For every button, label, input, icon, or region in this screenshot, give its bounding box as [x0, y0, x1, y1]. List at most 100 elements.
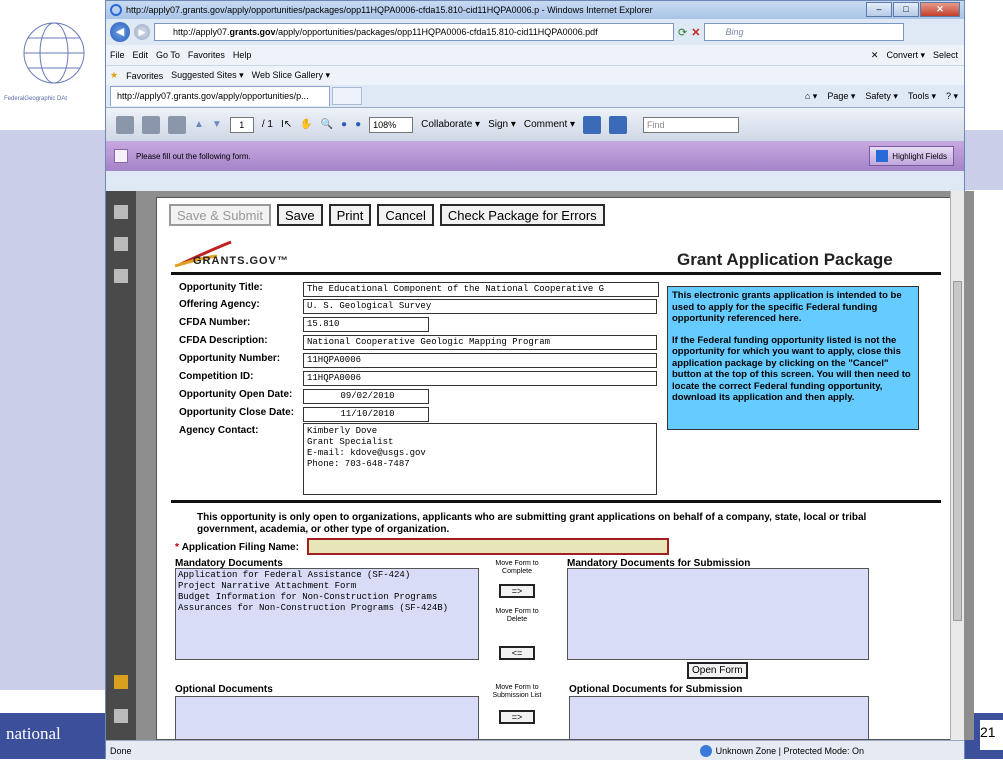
close-menu-icon[interactable]: ✕ [871, 50, 879, 61]
prev-page-icon[interactable]: ▲ [194, 119, 204, 130]
competition-id-field[interactable]: 11HQPA0006 [303, 371, 657, 386]
mandatory-documents-list[interactable]: Application for Federal Assistance (SF-4… [175, 568, 479, 660]
package-title: Grant Application Package [677, 250, 893, 269]
open-form-button[interactable]: Open Form [687, 662, 748, 679]
search-box[interactable]: Bing [704, 23, 905, 41]
zoom-tool-icon[interactable]: 🔍 [321, 119, 333, 130]
menu-favorites[interactable]: Favorites [188, 50, 225, 60]
sign-button[interactable]: Sign ▾ [488, 119, 516, 130]
move-to-complete-button[interactable]: => [499, 584, 535, 598]
cancel-button[interactable]: Cancel [377, 204, 434, 226]
print-button[interactable]: Print [328, 204, 372, 226]
web-slice-gallery-link[interactable]: Web Slice Gallery ▾ [252, 70, 330, 81]
highlight-fields-button[interactable]: Highlight Fields [869, 146, 954, 166]
address-bar[interactable]: http://apply07. grants.gov/apply/opportun… [154, 23, 674, 41]
open-date-field[interactable]: 09/02/2010 [303, 389, 429, 404]
move-to-delete-button[interactable]: <= [499, 646, 535, 660]
list-item[interactable]: Project Narrative Attachment Form [178, 581, 476, 592]
slide-left-band [0, 190, 108, 690]
cfda-number-field[interactable]: 15.810 [303, 317, 429, 332]
offering-agency-field[interactable]: U. S. Geological Survey [303, 299, 657, 314]
convert-button[interactable]: Convert ▾ [886, 50, 925, 61]
form-message: Please fill out the following form. [136, 151, 251, 161]
email-icon[interactable] [168, 115, 186, 134]
move-to-submission-button[interactable]: => [499, 710, 535, 724]
scrollbar-thumb[interactable] [953, 281, 962, 621]
back-button[interactable]: ◀ [110, 22, 130, 42]
menu-edit[interactable]: Edit [133, 50, 149, 60]
select-tool-icon[interactable]: I↖ [281, 119, 292, 130]
list-item[interactable]: Application for Federal Assistance (SF-4… [178, 570, 476, 581]
minimize-button[interactable]: – [866, 2, 892, 17]
signatures-panel-icon[interactable] [114, 269, 128, 283]
menu-help[interactable]: Help [233, 50, 252, 60]
application-filing-name-input[interactable] [307, 538, 669, 555]
list-item[interactable]: Budget Information for Non-Construction … [178, 592, 476, 603]
next-page-icon[interactable]: ▼ [212, 119, 222, 130]
attachments-panel-icon[interactable] [114, 237, 128, 251]
cfda-description-label: CFDA Description: [179, 335, 268, 346]
filing-name-label-text: Application Filing Name: [181, 542, 299, 553]
print-icon[interactable] [116, 115, 134, 134]
save-submit-button[interactable]: Save & Submit [169, 204, 271, 226]
notice-paragraph-1: This electronic grants application is in… [672, 290, 902, 324]
hand-tool-icon[interactable]: ✋ [300, 119, 312, 130]
list-item[interactable]: Assurances for Non-Construction Programs… [178, 603, 476, 614]
help-icon[interactable]: ? ▾ [946, 91, 958, 102]
select-button[interactable]: Select [933, 50, 958, 61]
slide-page-number: 21 [980, 720, 1003, 750]
page-menu[interactable]: Page ▾ [827, 91, 855, 102]
browser-window: http://apply07.grants.gov/apply/opportun… [105, 0, 974, 760]
stop-icon[interactable]: ✕ [691, 26, 700, 39]
pages-panel-icon[interactable] [114, 205, 128, 219]
vertical-scrollbar[interactable] [950, 191, 964, 740]
form-icon [114, 149, 128, 163]
check-package-button[interactable]: Check Package for Errors [439, 204, 605, 226]
agency-contact-field[interactable]: Kimberly Dove Grant Specialist E-mail: k… [303, 423, 657, 495]
form-button-row: Save & Submit Save Print Cancel Check Pa… [169, 204, 605, 226]
save-button[interactable]: Save [277, 204, 323, 226]
pdf-sidebar [106, 191, 136, 740]
paperclip-icon[interactable] [114, 709, 128, 723]
maximize-button[interactable]: □ [893, 2, 919, 17]
status-bar: Done Unknown Zone | Protected Mode: On [106, 740, 964, 760]
suggested-sites-link[interactable]: Suggested Sites ▾ [171, 70, 244, 81]
refresh-icon[interactable]: ⟳ [678, 26, 687, 39]
save-icon[interactable] [142, 115, 160, 134]
cfda-description-field[interactable]: National Cooperative Geologic Mapping Pr… [303, 335, 657, 350]
mandatory-submission-list[interactable] [567, 568, 869, 660]
optional-submission-list[interactable] [569, 696, 869, 739]
find-input[interactable]: Find [643, 116, 740, 133]
new-tab-button[interactable] [332, 87, 362, 105]
tools-menu[interactable]: Tools ▾ [908, 91, 936, 102]
zoom-in-icon[interactable]: ● [355, 119, 361, 130]
home-icon[interactable]: ⌂ ▾ [805, 91, 817, 102]
search-placeholder: Bing [725, 27, 744, 37]
fit-width-icon[interactable] [609, 115, 628, 134]
eligibility-text: This opportunity is only open to organiz… [197, 512, 867, 535]
menu-file[interactable]: File [110, 50, 125, 60]
comment-button[interactable]: Comment ▾ [524, 119, 575, 130]
comments-panel-icon[interactable] [114, 675, 128, 689]
zone-text: Unknown Zone | Protected Mode: On [715, 745, 864, 756]
zoom-out-icon[interactable]: ● [341, 119, 347, 130]
zone-globe-icon [699, 744, 712, 757]
tab-row: http://apply07.grants.gov/apply/opportun… [106, 85, 964, 107]
fit-page-icon[interactable] [583, 115, 602, 134]
competition-id-label: Competition ID: [179, 371, 254, 382]
browser-tab[interactable]: http://apply07.grants.gov/apply/opportun… [110, 86, 330, 106]
collaborate-button[interactable]: Collaborate ▾ [421, 119, 480, 130]
safety-menu[interactable]: Safety ▾ [865, 91, 898, 102]
close-button[interactable]: ✕ [920, 2, 960, 17]
address-path: /apply/opportunities/packages/opp11HQPA0… [275, 27, 598, 37]
optional-documents-list[interactable] [175, 696, 479, 739]
opportunity-number-field[interactable]: 11HQPA0006 [303, 353, 657, 368]
close-date-field[interactable]: 11/10/2010 [303, 407, 429, 422]
security-zone[interactable]: Unknown Zone | Protected Mode: On [699, 744, 864, 757]
zoom-select[interactable]: 108% [369, 116, 414, 133]
opportunity-title-field[interactable]: The Educational Component of the Nationa… [303, 282, 659, 297]
menu-goto[interactable]: Go To [156, 50, 180, 60]
page-number-input[interactable]: 1 [229, 116, 254, 133]
favorites-button[interactable]: Favorites [126, 71, 163, 81]
forward-button[interactable]: ▶ [134, 24, 150, 40]
